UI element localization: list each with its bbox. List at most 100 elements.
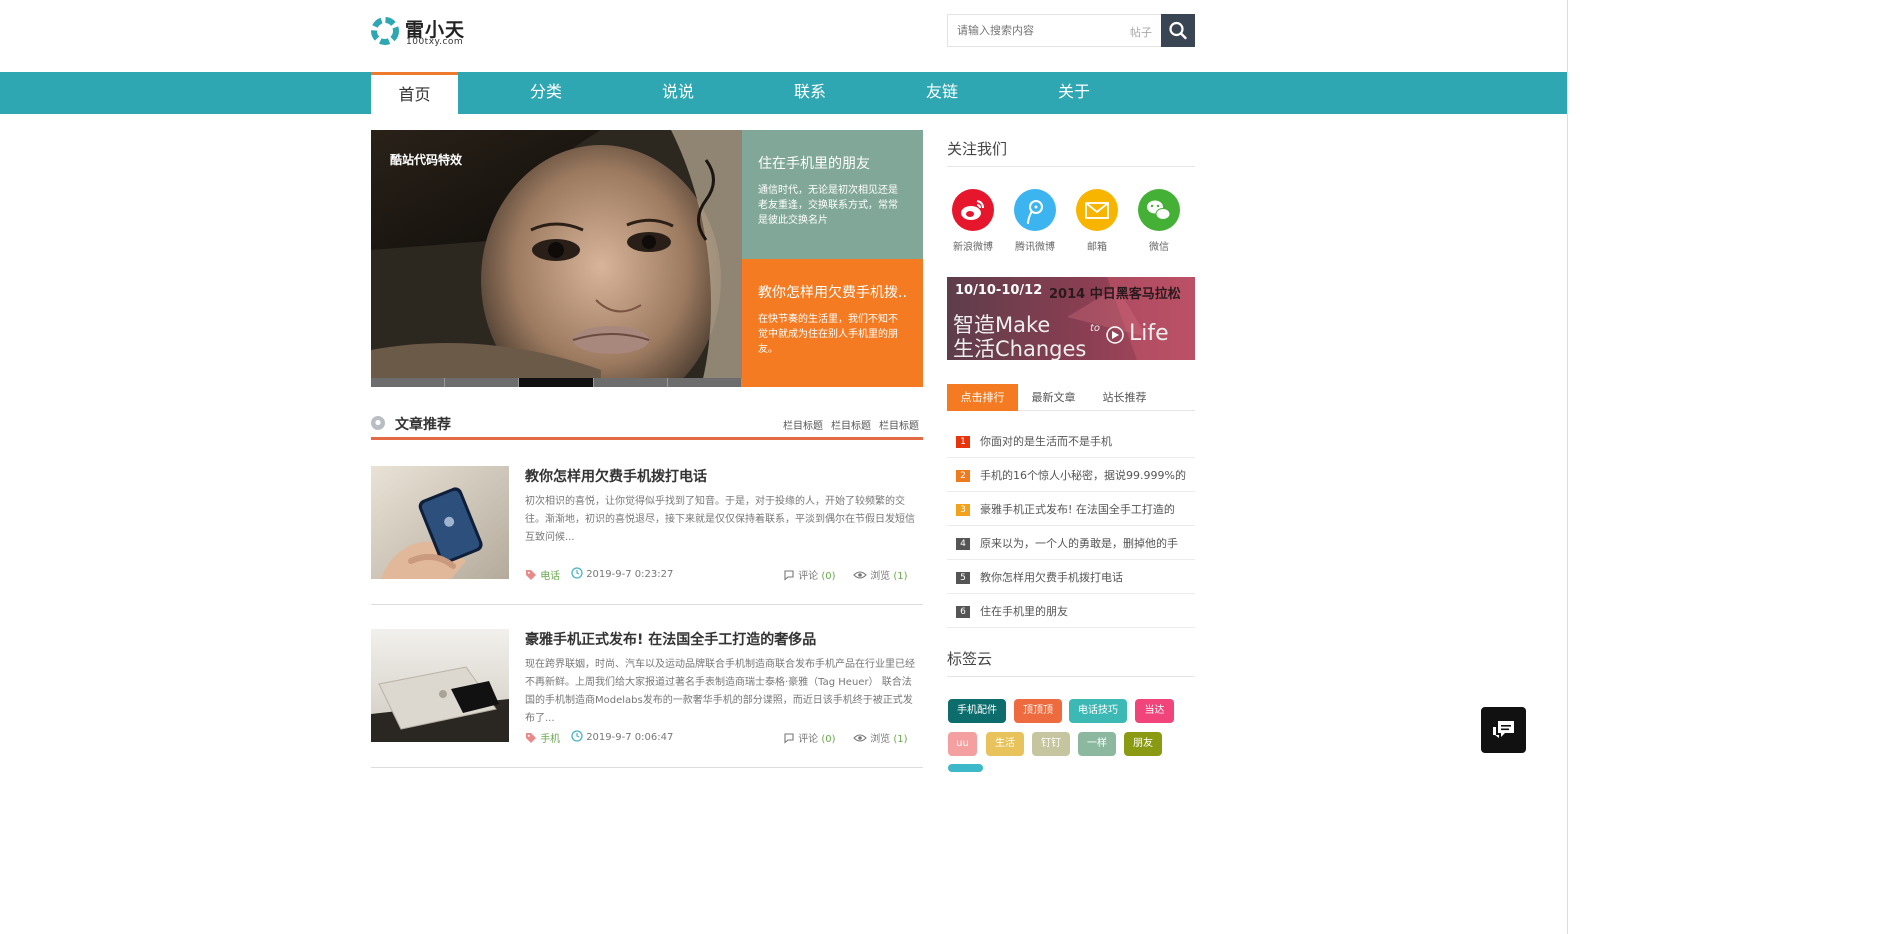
tencent-weibo-icon — [1014, 189, 1056, 231]
section-links: 栏目标题 栏目标题 栏目标题 — [775, 417, 919, 432]
ranking-item[interactable]: 1 你面对的是生活而不是手机 — [947, 424, 1195, 458]
view-count: (1) — [893, 571, 908, 582]
banner-date: 10/10-10/12 — [955, 283, 1043, 298]
social-label: 微信 — [1149, 242, 1169, 253]
article-thumbnail[interactable] — [371, 629, 509, 742]
ranking-item[interactable]: 2 手机的16个惊人小秘密，据说99.999%的 — [947, 458, 1195, 492]
view-label: 浏览 — [870, 734, 891, 745]
ranking-item[interactable]: 3 豪雅手机正式发布! 在法国全手工打造的 — [947, 492, 1195, 526]
social-wechat[interactable]: 微信 — [1131, 189, 1187, 253]
ranking-tabs: 点击排行 最新文章 站长推荐 — [947, 384, 1195, 411]
ranking-item[interactable]: 4 原来以为，一个人的勇敢是，删掉他的手 — [947, 526, 1195, 560]
rank-number: 3 — [956, 504, 970, 516]
clock-icon — [571, 730, 583, 742]
section-link[interactable]: 栏目标题 — [783, 421, 823, 432]
chat-button[interactable] — [1481, 707, 1526, 753]
article-comments[interactable]: 评论 (0) — [783, 730, 836, 745]
logo-icon — [371, 17, 399, 45]
section-link[interactable]: 栏目标题 — [879, 421, 919, 432]
article-title[interactable]: 教你怎样用欠费手机拨打电话 — [525, 466, 707, 486]
comment-icon — [784, 570, 794, 581]
follow-title: 关注我们 — [947, 138, 1195, 167]
article-tag[interactable]: 手机 — [525, 730, 560, 745]
slide-dots — [371, 378, 742, 387]
rank-number: 1 — [956, 436, 970, 448]
article-title[interactable]: 豪雅手机正式发布! 在法国全手工打造的奢侈品 — [525, 629, 816, 649]
slide-panel-phone[interactable]: 教你怎样用欠费手机拨... 在快节奏的生活里，我们不知不觉中就成为住在别人手机里… — [742, 259, 923, 387]
search-input[interactable] — [948, 15, 1128, 46]
section-link[interactable]: 栏目标题 — [831, 421, 871, 432]
site-header: 雷小天 100txy.com 帖子 — [0, 0, 1567, 72]
rank-title: 你面对的是生活而不是手机 — [980, 435, 1112, 448]
article-time: 2019-9-7 0:06:47 — [571, 730, 673, 743]
slide-panel-title: 教你怎样用欠费手机拨... — [758, 285, 907, 301]
slide-dot[interactable] — [667, 378, 742, 387]
nav-item-about[interactable]: 关于 — [1030, 72, 1118, 114]
nav-item-contact[interactable]: 联系 — [766, 72, 854, 114]
tab-top-clicks[interactable]: 点击排行 — [947, 384, 1018, 411]
social-weibo[interactable]: 新浪微博 — [945, 189, 1001, 253]
tag-item[interactable]: 当达 — [1135, 699, 1174, 723]
weibo-icon — [952, 189, 994, 231]
article-comments[interactable]: 评论 (0) — [783, 567, 836, 582]
article-item: 教你怎样用欠费手机拨打电话 初次相识的喜悦，让你觉得似乎找到了知音。于是，对于投… — [371, 466, 923, 605]
site-logo[interactable]: 雷小天 100txy.com — [371, 15, 471, 49]
slide-panel-title: 住在手机里的朋友 — [758, 156, 870, 172]
article-meta: 电话 2019-9-7 0:23:27 评论 (0) 浏览 (1) — [525, 567, 921, 582]
slide-panel-text: 在快节奏的生活里，我们不知不觉中就成为住在别人手机里的朋友。 — [758, 314, 898, 355]
social-label: 腾讯微博 — [1015, 242, 1055, 253]
ad-banner[interactable]: 10/10-10/12 2014 中日黑客马拉松 智造Make 生活Change… — [947, 277, 1195, 360]
nav-item-links[interactable]: 友链 — [898, 72, 986, 114]
social-tencent-weibo[interactable]: 腾讯微博 — [1007, 189, 1063, 253]
slide-dot[interactable] — [445, 378, 520, 387]
rank-number: 4 — [956, 538, 970, 550]
rank-title: 住在手机里的朋友 — [980, 605, 1068, 618]
slide-dot[interactable] — [371, 378, 446, 387]
tag-item[interactable]: 朋友 — [1124, 732, 1162, 756]
tab-latest[interactable]: 最新文章 — [1018, 384, 1089, 411]
tag-item[interactable]: 顶顶顶 — [1014, 699, 1062, 723]
tag-item[interactable]: 一样 — [1078, 732, 1116, 756]
tag-item[interactable]: 电话技巧 — [1069, 699, 1127, 723]
tab-recommend[interactable]: 站长推荐 — [1089, 384, 1160, 411]
slide-dot-active[interactable] — [519, 378, 594, 387]
ranking-item[interactable]: 6 住在手机里的朋友 — [947, 594, 1195, 628]
rank-number: 2 — [956, 470, 970, 482]
article-thumbnail[interactable] — [371, 466, 509, 579]
article-excerpt: 初次相识的喜悦，让你觉得似乎找到了知音。于是，对于投缘的人，开始了较频繁的交往。… — [525, 496, 915, 543]
banner-line2: 生活Changes — [953, 337, 1087, 360]
tag-item[interactable]: 手机配件 — [948, 699, 1006, 723]
search-scope[interactable]: 帖子 — [1130, 24, 1152, 40]
article-excerpt: 现在跨界联姻，时尚、汽车以及运动品牌联合手机制造商联合发布手机产品在行业里已经不… — [525, 659, 915, 724]
tag-item[interactable]: 钉钉 — [1032, 732, 1070, 756]
main-nav: 首页 分类 说说 联系 友链 关于 — [0, 72, 1567, 114]
nav-item-home[interactable]: 首页 — [371, 72, 458, 114]
article-meta: 手机 2019-9-7 0:06:47 评论 (0) 浏览 (1) — [525, 730, 921, 745]
search-button[interactable] — [1161, 14, 1195, 47]
tag-item[interactable]: 生活 — [986, 732, 1024, 756]
page: 雷小天 100txy.com 帖子 首页 分类 说说 联系 友链 关于 — [0, 0, 1568, 934]
view-count: (1) — [893, 734, 908, 745]
nav-item-talk[interactable]: 说说 — [634, 72, 722, 114]
tag-item-partial[interactable] — [948, 764, 983, 772]
tag-icon — [526, 570, 536, 580]
article-tag[interactable]: 电话 — [525, 567, 560, 582]
tag-item[interactable]: uu — [948, 732, 977, 756]
social-mail[interactable]: 邮箱 — [1069, 189, 1125, 253]
slide-image[interactable]: 酷站代码特效 — [371, 130, 742, 387]
nav-item-category[interactable]: 分类 — [502, 72, 590, 114]
comment-count: (0) — [821, 571, 836, 582]
article-time: 2019-9-7 0:23:27 — [571, 567, 673, 580]
slide-dot[interactable] — [593, 378, 668, 387]
slide-panel-text: 通信时代，无论是初次相见还是老友重逢，交换联系方式，常常是彼此交换名片 — [758, 185, 898, 226]
ranking-item[interactable]: 5 教你怎样用欠费手机拨打电话 — [947, 560, 1195, 594]
phone-hand-image — [371, 466, 509, 579]
social-label: 邮箱 — [1087, 242, 1107, 253]
banner-event: 2014 中日黑客马拉松 — [1049, 287, 1181, 302]
search-box: 帖子 — [947, 14, 1195, 47]
location-icon — [371, 416, 385, 430]
eye-icon — [853, 571, 867, 579]
slide-panel-friend[interactable]: 住在手机里的朋友 通信时代，无论是初次相见还是老友重逢，交换联系方式，常常是彼此… — [742, 130, 923, 259]
comment-icon — [784, 733, 794, 744]
comment-label: 评论 — [798, 571, 819, 582]
